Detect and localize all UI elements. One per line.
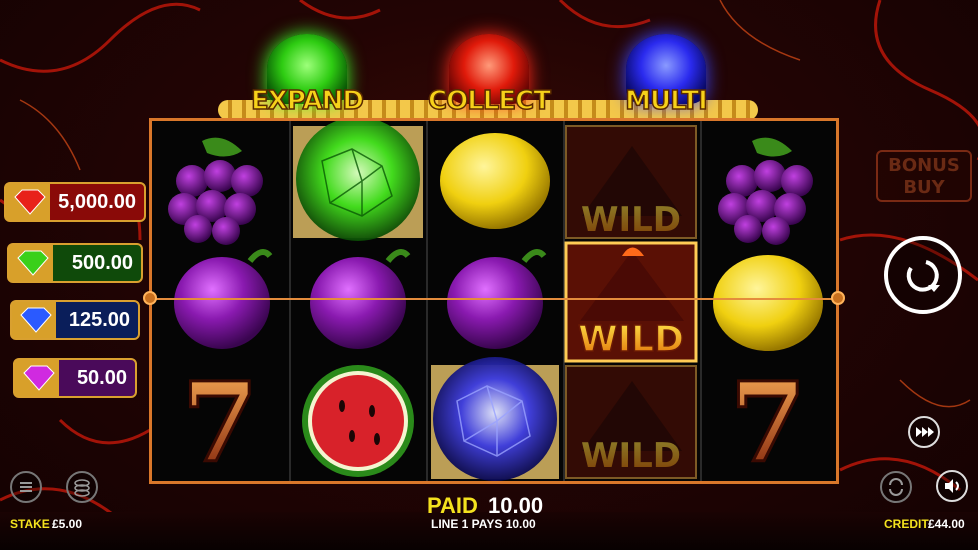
collect-label: COLLECT: [427, 85, 551, 117]
multi-feature: MULTI: [601, 34, 731, 124]
stake-value: £5.00: [52, 517, 83, 531]
multi-label: MULTI: [624, 85, 708, 117]
wild-symbol: WILD: [564, 241, 698, 363]
spin-button[interactable]: [884, 236, 962, 314]
menu-icon: [20, 482, 32, 492]
bonus-buy-button[interactable]: BONUS BUY: [876, 150, 972, 202]
fast-forward-icon: [916, 427, 934, 437]
jackpot-minor: 125.00: [10, 300, 140, 340]
blue-orb-symbol: [431, 357, 559, 481]
collect-feature: COLLECT: [424, 34, 554, 124]
jackpot-grand-value: 5,000.00: [58, 190, 136, 213]
stake-label: STAKE: [10, 517, 50, 531]
purple-diamond-icon: [23, 365, 55, 391]
grapes-symbol: [718, 137, 813, 245]
expand-label: EXPAND: [250, 85, 364, 117]
coins-icon: [74, 479, 90, 497]
bet-button[interactable]: [66, 471, 98, 503]
svg-text:WILD: WILD: [578, 319, 684, 360]
jackpot-mini-value: 50.00: [76, 366, 127, 389]
credit-value: £44.00: [928, 517, 965, 531]
wild-symbol: WILD: [565, 365, 697, 479]
lemon-symbol: [440, 133, 550, 229]
blue-diamond-icon: [20, 307, 52, 333]
grapes-symbol: [168, 137, 263, 245]
expand-feature: EXPAND: [242, 34, 372, 124]
menu-button[interactable]: [10, 471, 42, 503]
seven-symbol: 7: [728, 357, 808, 482]
paid-label: PAID: [427, 493, 478, 518]
jackpot-mini: 50.00: [13, 358, 137, 398]
plum-symbol: [310, 249, 411, 349]
svg-text:7: 7: [182, 358, 259, 481]
payline-marker-left: [143, 291, 157, 305]
seven-symbol: 7: [180, 357, 260, 482]
svg-text:WILD: WILD: [581, 436, 681, 476]
payline-marker-right: [831, 291, 845, 305]
line-pays-text: LINE 1 PAYS 10.00: [431, 517, 536, 531]
svg-text:7: 7: [730, 358, 807, 481]
plum-symbol: [174, 249, 273, 349]
autoplay-button[interactable]: [880, 471, 912, 503]
plum-symbol: [447, 249, 547, 349]
bonus-buy-line2: BUY: [903, 177, 945, 198]
sound-button[interactable]: [936, 470, 968, 502]
bonus-buy-line1: BONUS: [888, 155, 960, 176]
svg-text:WILD: WILD: [581, 200, 681, 240]
autoplay-icon: [889, 478, 903, 496]
jackpot-grand: 5,000.00: [4, 182, 146, 222]
watermelon-symbol: [302, 365, 414, 477]
reel-grid: 7 WILD WILD WILD 7: [149, 118, 839, 484]
green-orb-symbol: [293, 121, 423, 241]
lemon-symbol: [713, 255, 823, 351]
payline-1: [150, 298, 838, 300]
jackpot-major: 500.00: [7, 243, 143, 283]
jackpot-minor-value: 125.00: [68, 308, 130, 331]
jackpot-major-value: 500.00: [71, 251, 133, 274]
spin-icon: [906, 260, 940, 292]
green-diamond-icon: [17, 250, 49, 276]
speaker-icon: [945, 479, 959, 493]
red-diamond-icon: [14, 189, 46, 215]
wild-symbol: WILD: [565, 125, 697, 240]
paid-value: 10.00: [488, 493, 544, 518]
credit-label: CREDIT: [884, 517, 929, 531]
reel-symbols: 7 WILD WILD WILD 7: [168, 121, 823, 482]
turbo-button[interactable]: [908, 416, 940, 448]
